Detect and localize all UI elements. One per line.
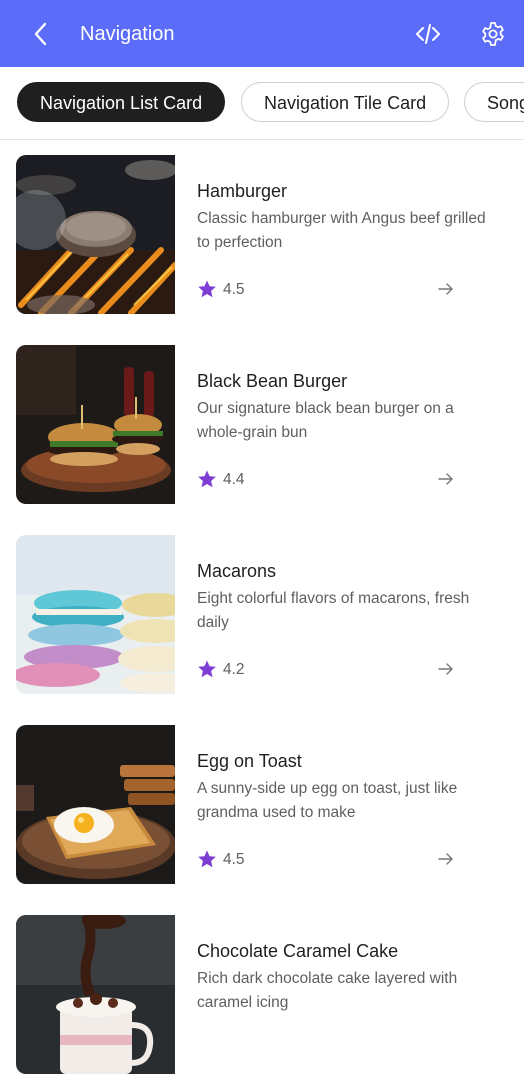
back-arrow-icon[interactable] <box>26 19 56 49</box>
tab-navigation-list-card[interactable]: Navigation List Card <box>17 82 226 122</box>
arrow-right-icon[interactable] <box>436 469 456 489</box>
item-description: A sunny-side up egg on toast, just like … <box>197 780 458 821</box>
star-icon <box>198 850 216 868</box>
hamburger-image <box>16 155 175 314</box>
item-name: Black Bean Burger <box>197 371 348 391</box>
list-item[interactable]: Macarons Eight colorful flavors of macar… <box>0 520 524 710</box>
item-description: Eight colorful flavors of macarons, fres… <box>197 590 470 631</box>
black-bean-burger-image <box>16 345 175 504</box>
star-icon <box>198 660 216 678</box>
item-rating: 4.2 <box>223 661 245 678</box>
item-rating: 4.5 <box>223 851 245 868</box>
list-item[interactable]: Chocolate Caramel Cake Rich dark chocola… <box>0 900 524 1090</box>
page-title: Navigation <box>80 23 175 45</box>
arrow-right-icon[interactable] <box>436 279 456 299</box>
tab-song[interactable]: Song <box>464 82 524 122</box>
item-description: Our signature black bean burger on a who… <box>197 400 454 441</box>
item-name: Egg on Toast <box>197 751 302 771</box>
item-rating: 4.4 <box>223 471 245 488</box>
egg-on-toast-image <box>16 725 175 884</box>
gear-icon[interactable] <box>479 20 507 48</box>
item-rating: 4.5 <box>223 281 245 298</box>
tab-navigation-tile-card[interactable]: Navigation Tile Card <box>241 82 450 122</box>
item-description: Rich dark chocolate cake layered with ca… <box>197 970 458 1011</box>
item-description: Classic hamburger with Angus beef grille… <box>197 210 486 251</box>
list-item[interactable]: Black Bean Burger Our signature black be… <box>0 330 524 520</box>
arrow-right-icon[interactable] <box>436 659 456 679</box>
macarons-image <box>16 535 175 694</box>
star-icon <box>198 280 216 298</box>
arrow-right-icon[interactable] <box>436 849 456 869</box>
star-icon <box>198 470 216 488</box>
list-item[interactable]: Hamburger Classic hamburger with Angus b… <box>0 140 524 330</box>
item-name: Macarons <box>197 561 277 581</box>
tab-chip-bar: Navigation List Card Navigation Tile Car… <box>0 67 524 140</box>
item-name: Hamburger <box>197 181 288 201</box>
chocolate-caramel-cake-image <box>16 915 175 1074</box>
item-name: Chocolate Caramel Cake <box>197 941 399 961</box>
code-icon[interactable] <box>414 20 442 48</box>
app-bar: Navigation <box>0 0 524 67</box>
list-item[interactable]: Egg on Toast A sunny-side up egg on toas… <box>0 710 524 900</box>
